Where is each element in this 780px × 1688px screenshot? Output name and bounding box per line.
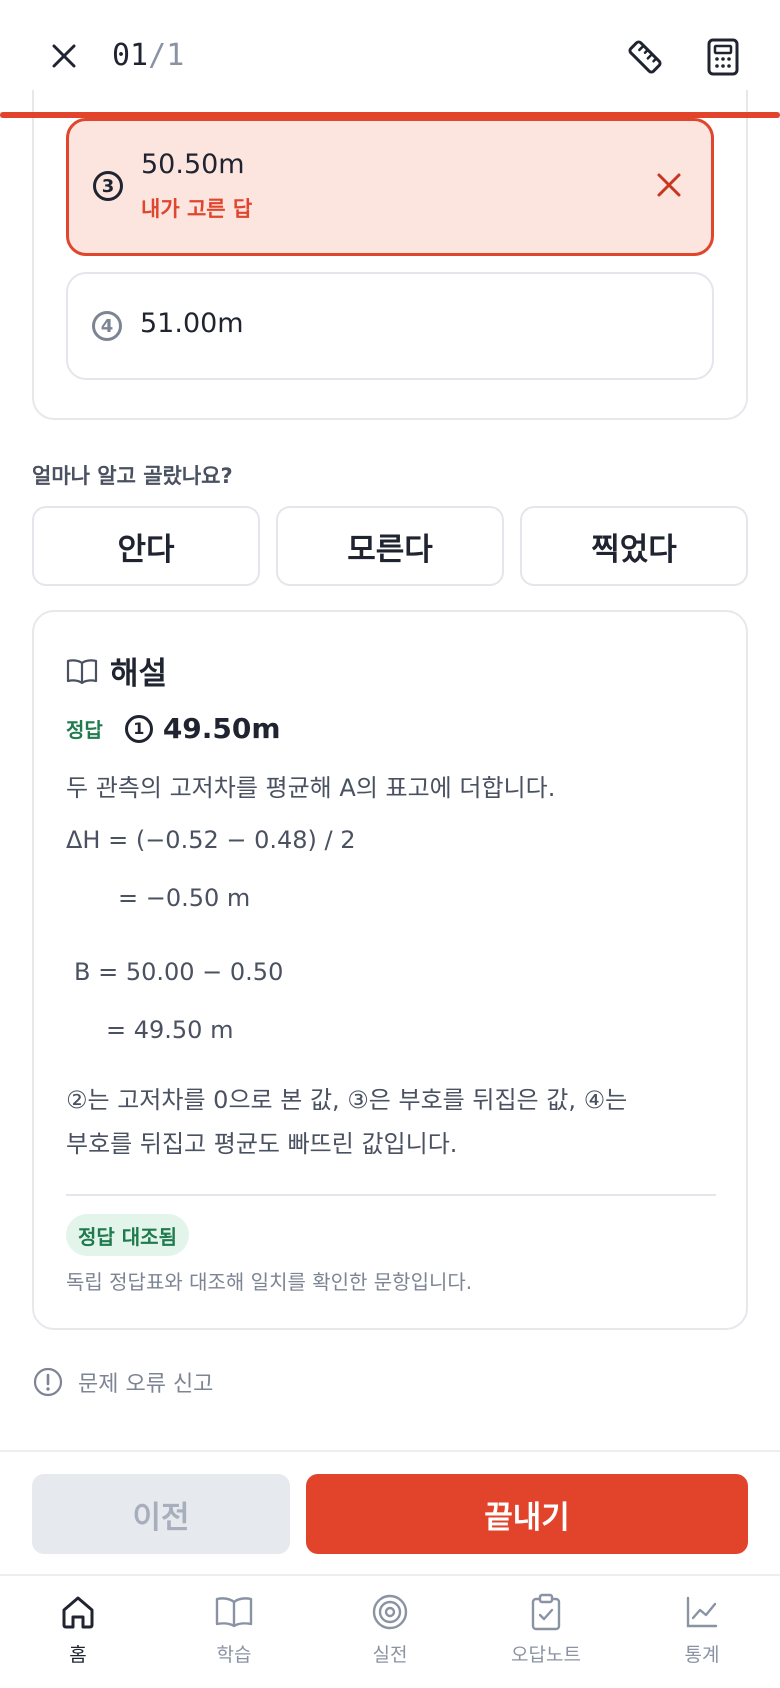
explanation-card: 해설 정답 1 49.50m 두 관측의 고저차를 평균해 A의 표고에 더합니… [32, 610, 748, 1330]
chart-line-icon [686, 1596, 718, 1628]
tab-label: 학습 [216, 1644, 252, 1666]
formula-line: = −0.50 m [118, 884, 251, 912]
confidence-guess-button[interactable]: 찍었다 [520, 506, 748, 586]
explanation-line: 부호를 뒤집고 평균도 빠뜨린 값입니다. [66, 1130, 458, 1158]
wrong-x-icon [649, 165, 689, 205]
calculator-icon [707, 38, 739, 76]
verified-description: 독립 정답표와 대조해 일치를 확인한 문항입니다. [66, 1270, 473, 1294]
prev-button[interactable]: 이전 [32, 1474, 290, 1554]
open-book-icon [66, 658, 98, 684]
book-icon [215, 1597, 253, 1628]
close-icon [52, 44, 76, 68]
calculator-button[interactable] [698, 32, 748, 82]
explanation-line: ②는 고저차를 0으로 본 값, ③은 부호를 뒤집은 값, ④는 [66, 1086, 628, 1114]
tab-wrong-notes[interactable]: 오답노트 [486, 1590, 606, 1680]
formula-line: B = 50.00 − 0.50 [74, 958, 284, 986]
tab-label: 실전 [372, 1644, 408, 1666]
explanation-line: 두 관측의 고저차를 평균해 A의 표고에 더합니다. [66, 774, 556, 802]
target-icon [372, 1594, 408, 1630]
counter-current: 01 [112, 38, 149, 73]
tab-bar: 홈 학습 실전 오답노트 통계 [0, 1574, 780, 1688]
correct-answer-number: 1 [124, 714, 153, 743]
question-counter: 01/1 [112, 36, 184, 76]
verified-badge: 정답 대조됨 [66, 1214, 189, 1256]
correct-answer-row: 정답 1 49.50m [66, 712, 281, 745]
home-icon [62, 1596, 94, 1629]
ruler-icon [628, 40, 662, 74]
option-number-4: 4 [92, 311, 122, 341]
option-3-selected[interactable]: 3 50.50m 내가 고른 답 [66, 118, 714, 256]
tab-label: 홈 [69, 1644, 87, 1666]
tab-home[interactable]: 홈 [18, 1590, 138, 1680]
counter-total: 1 [166, 38, 185, 73]
my-answer-label: 내가 고른 답 [141, 197, 253, 221]
tab-label: 오답노트 [511, 1644, 581, 1666]
tab-practice[interactable]: 실전 [330, 1590, 450, 1680]
correct-answer-label: 정답 [66, 718, 103, 742]
option-4[interactable]: 4 51.00m [66, 272, 714, 380]
clipboard-check-icon [531, 1593, 561, 1631]
ruler-button[interactable] [620, 32, 670, 82]
finish-button[interactable]: 끝내기 [306, 1474, 748, 1554]
option-text: 51.00m [140, 308, 244, 339]
tab-label: 통계 [684, 1644, 720, 1666]
formula-line: ΔH = (−0.52 − 0.48) / 2 [66, 826, 356, 854]
report-error-link[interactable]: 문제 오류 신고 [32, 1366, 213, 1398]
counter-separator: / [148, 38, 167, 73]
option-number-3: 3 [93, 171, 123, 201]
divider [66, 1194, 716, 1196]
formula-line: = 49.50 m [106, 1016, 234, 1044]
alert-circle-icon [33, 1367, 63, 1397]
confidence-unsure-button[interactable]: 모른다 [276, 506, 504, 586]
explanation-title: 해설 [110, 656, 168, 692]
option-text: 50.50m [141, 149, 245, 180]
confidence-know-button[interactable]: 안다 [32, 506, 260, 586]
explanation-header: 해설 [66, 648, 167, 693]
action-bar: 이전 끝내기 [0, 1450, 780, 1574]
tab-study[interactable]: 학습 [174, 1590, 294, 1680]
close-button[interactable] [40, 32, 88, 80]
tab-stats[interactable]: 통계 [642, 1590, 762, 1680]
report-error-label: 문제 오류 신고 [78, 1372, 214, 1397]
confidence-label: 얼마나 알고 골랐나요? [32, 464, 233, 488]
correct-answer-text: 49.50m [162, 712, 281, 745]
